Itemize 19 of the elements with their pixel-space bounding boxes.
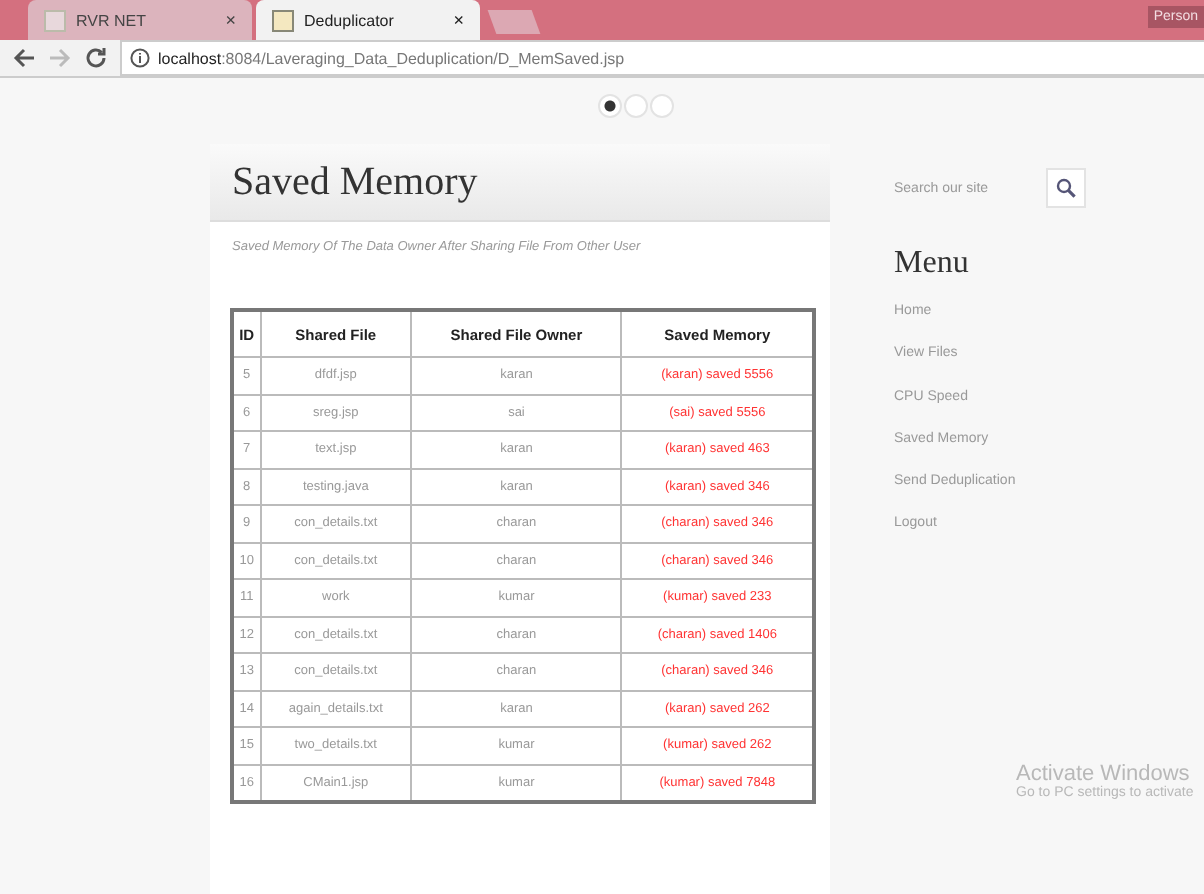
activation-title: Activate Windows [1016, 762, 1190, 786]
page-icon [272, 9, 294, 31]
close-tab-button[interactable]: × [225, 10, 236, 30]
slider-dot[interactable] [598, 94, 622, 118]
search-button[interactable] [1046, 168, 1086, 208]
url-text: localhost:8084/Laveraging_Data_Deduplication/D_MemSaved.jsp [158, 49, 625, 67]
search-icon [1056, 178, 1076, 198]
menu-heading: Menu [894, 246, 971, 282]
reload-icon[interactable] [84, 46, 108, 70]
page-title: Saved Memory [232, 159, 478, 205]
slider-dot[interactable] [624, 94, 648, 118]
browser-tab[interactable]: Deduplicator × [256, 0, 480, 40]
close-tab-button[interactable]: × [453, 10, 464, 30]
address-field[interactable]: localhost:8084/Laveraging_Data_Deduplication/D_MemSaved.jsp [120, 40, 1204, 76]
info-icon [130, 48, 150, 68]
page-icon [44, 9, 66, 31]
slider-dot[interactable] [650, 94, 674, 118]
browser-tab[interactable]: RVR NET × [28, 0, 252, 40]
back-icon[interactable] [12, 46, 36, 70]
